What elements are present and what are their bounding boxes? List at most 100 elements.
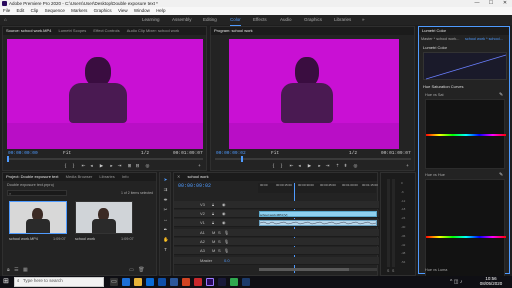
clip-video-v1[interactable]	[259, 220, 377, 226]
maximize-button[interactable]: ☐	[484, 0, 498, 7]
photoshop-icon[interactable]	[242, 278, 250, 286]
button-editor-icon[interactable]: +	[197, 163, 202, 168]
type-tool-icon[interactable]: T	[163, 247, 168, 252]
workspace-graphics[interactable]: Graphics	[304, 15, 322, 25]
mark-in-icon[interactable]: {	[63, 163, 68, 168]
track-label-a2[interactable]: A2	[200, 239, 205, 244]
home-icon[interactable]: ⌂	[4, 15, 7, 25]
program-ratio-dropdown[interactable]: 1/2	[349, 151, 357, 156]
close-tab-icon[interactable]: ✕	[177, 174, 180, 179]
lumetri-section-header[interactable]: Lumetri Color	[423, 45, 447, 50]
task-view-icon[interactable]: ▭	[110, 278, 118, 286]
solo-left-button[interactable]: S	[387, 269, 389, 273]
menu-window[interactable]: Window	[134, 8, 150, 13]
menu-help[interactable]: Help	[156, 8, 165, 13]
button-editor-icon[interactable]: +	[405, 163, 410, 168]
mark-out-icon[interactable]: }	[71, 163, 76, 168]
master-volume[interactable]: 0.0	[224, 258, 230, 263]
eye-icon[interactable]: ◉	[222, 220, 226, 225]
clip-video-v2[interactable]: school work.MP4 [V]	[259, 211, 377, 217]
step-forward-icon[interactable]: ▸	[109, 163, 114, 168]
selection-tool-icon[interactable]: ➤	[163, 177, 168, 182]
tab-lumetri-scopes[interactable]: Lumetri Scopes	[58, 28, 86, 33]
play-icon[interactable]: ▶	[307, 163, 312, 168]
go-to-out-icon[interactable]: ⇥	[325, 163, 330, 168]
project-item-name-2[interactable]: school work	[75, 237, 95, 241]
eye-icon[interactable]: ◉	[222, 211, 226, 216]
solo-button[interactable]: S	[218, 248, 221, 253]
step-forward-icon[interactable]: ▸	[317, 163, 322, 168]
eyedropper-icon[interactable]: ✎	[499, 92, 503, 98]
timeline-timecode[interactable]: 00:00:09:02	[178, 183, 211, 189]
list-view-icon[interactable]: ☰	[14, 267, 18, 273]
lock-icon[interactable]: 🔒︎	[212, 220, 214, 225]
workspace-audio[interactable]: Audio	[280, 15, 292, 25]
overwrite-icon[interactable]: ⊟	[135, 163, 140, 168]
insert-icon[interactable]: ⊞	[127, 163, 132, 168]
workspace-editing[interactable]: Editing	[203, 15, 217, 25]
track-label-v1[interactable]: V1	[200, 220, 205, 225]
source-timecode-in[interactable]: 00:00:00:00	[8, 151, 38, 156]
extract-icon[interactable]: ⇞	[343, 163, 348, 168]
new-bin-icon[interactable]: ▭	[129, 267, 134, 273]
pen-tool-icon[interactable]: ✒	[163, 227, 168, 232]
taskbar-search-box[interactable]: ⌕ Type here to search	[14, 277, 104, 287]
eye-icon[interactable]: ◉	[222, 202, 226, 207]
mail-icon[interactable]	[158, 278, 166, 286]
windows-start-icon[interactable]: ⊞	[3, 278, 11, 286]
go-to-in-icon[interactable]: ⇤	[81, 163, 86, 168]
mute-button[interactable]: M	[212, 230, 215, 235]
track-label-v2[interactable]: V2	[200, 211, 205, 216]
edge-browser-icon[interactable]	[122, 278, 130, 286]
file-explorer-icon[interactable]	[134, 278, 142, 286]
lumetri-preview-curve[interactable]	[423, 52, 507, 80]
minimize-button[interactable]: —	[470, 0, 484, 7]
delete-icon[interactable]: 🗑︎	[138, 267, 144, 273]
program-video-frame[interactable]	[229, 39, 399, 149]
icon-view-icon[interactable]: ▦	[23, 267, 28, 273]
source-video-frame[interactable]	[7, 39, 203, 149]
menu-sequence[interactable]: Sequence	[45, 8, 65, 13]
premiere-taskbar-icon[interactable]	[206, 278, 214, 286]
ripple-edit-tool-icon[interactable]: ⇼	[163, 197, 168, 202]
track-label-v3[interactable]: V3	[200, 202, 205, 207]
tab-libraries[interactable]: Libraries	[99, 174, 114, 179]
source-fit-dropdown[interactable]: Fit	[63, 151, 71, 156]
project-item-name-1[interactable]: school work.MP4	[9, 237, 38, 241]
timeline-horizontal-scrollbar[interactable]	[259, 268, 377, 271]
go-to-in-icon[interactable]: ⇤	[289, 163, 294, 168]
program-fit-dropdown[interactable]: Fit	[271, 151, 279, 156]
tab-source[interactable]: Source: school work.MP4	[6, 28, 51, 33]
source-playhead[interactable]	[7, 156, 9, 162]
workspace-menu-icon[interactable]: »	[362, 15, 365, 25]
chrome-icon[interactable]	[230, 278, 238, 286]
scrollbar-thumb[interactable]	[259, 268, 349, 271]
tab-program[interactable]: Program: school work	[214, 28, 253, 33]
menu-markers[interactable]: Markers	[71, 8, 87, 13]
store-icon[interactable]	[146, 278, 154, 286]
track-select-tool-icon[interactable]: ⇉	[163, 187, 168, 192]
solo-button[interactable]: S	[218, 230, 221, 235]
slip-tool-icon[interactable]: ↔	[163, 217, 168, 222]
workspace-libraries[interactable]: Libraries	[334, 15, 351, 25]
export-frame-icon[interactable]: ◎	[353, 163, 358, 168]
hue-vs-sat-graph[interactable]	[425, 99, 506, 169]
mute-button[interactable]: M	[212, 248, 215, 253]
timeline-ruler[interactable]: 00:00 00:00:15:00 00:00:30:00 00:00:45:0…	[258, 183, 378, 193]
mark-in-icon[interactable]: {	[271, 163, 276, 168]
tab-project[interactable]: Project: Double exposure text	[6, 174, 58, 179]
workspace-assembly[interactable]: Assembly	[172, 15, 192, 25]
mute-button[interactable]: M	[212, 239, 215, 244]
lock-icon[interactable]: 🔒︎	[212, 202, 214, 207]
play-icon[interactable]: ▶	[99, 163, 104, 168]
mic-icon[interactable]: 🎙︎	[224, 248, 229, 253]
tab-effect-controls[interactable]: Effect Controls	[93, 28, 119, 33]
track-label-a1[interactable]: A1	[200, 230, 205, 235]
workspace-effects[interactable]: Effects	[253, 15, 267, 25]
source-scrub-bar[interactable]	[7, 156, 203, 162]
hand-tool-icon[interactable]: ✋	[163, 237, 169, 242]
solo-right-button[interactable]: S	[392, 269, 394, 273]
lumetri-master-label[interactable]: Master * school work...	[421, 37, 459, 41]
razor-tool-icon[interactable]: ✂	[163, 207, 168, 212]
menu-clip[interactable]: Clip	[31, 8, 39, 13]
